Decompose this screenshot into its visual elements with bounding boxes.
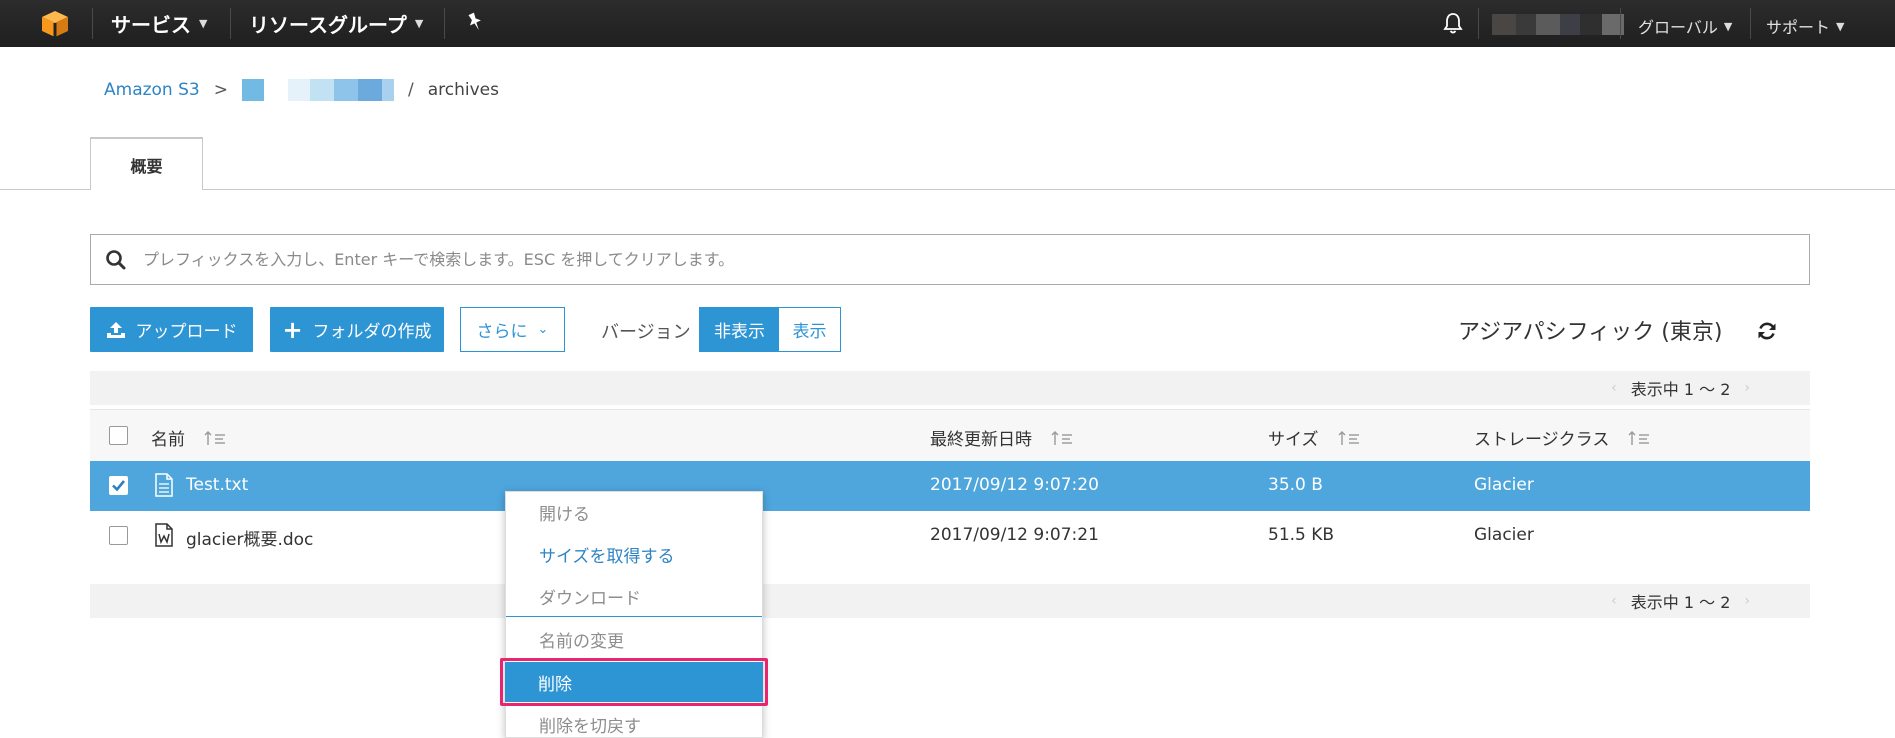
pager-top: ‹ 表示中 1 ～ 2 › — [90, 371, 1810, 405]
bell-icon[interactable] — [1442, 11, 1464, 35]
chevron-down-icon: ▼ — [199, 17, 208, 30]
column-modified-label: 最終更新日時 — [930, 430, 1032, 450]
refresh-icon[interactable] — [1756, 320, 1778, 342]
modified-date: 2017/09/12 9:07:21 — [930, 525, 1099, 545]
services-menu[interactable]: サービス ▼ — [111, 9, 207, 38]
more-label: さらに — [476, 322, 528, 342]
version-toggle: 非表示 表示 — [699, 307, 841, 352]
tab-divider — [0, 189, 1895, 190]
context-menu-undo-delete[interactable]: 削除を切戻す — [506, 704, 762, 738]
nav-divider — [1620, 8, 1621, 39]
pin-icon[interactable] — [466, 12, 484, 32]
row-checkbox[interactable] — [109, 526, 128, 545]
upload-button[interactable]: アップロード — [90, 307, 253, 352]
sort-icon[interactable] — [1050, 430, 1074, 446]
breadcrumb-current: archives — [427, 80, 499, 100]
table-row[interactable]: Test.txt 2017/09/12 9:07:20 35.0 B Glaci… — [90, 461, 1810, 511]
pager-text: 表示中 1 ～ 2 — [1630, 380, 1731, 399]
word-file-icon — [155, 523, 173, 547]
resource-groups-label: リソースグループ — [249, 13, 407, 37]
aws-logo-icon[interactable] — [40, 10, 70, 38]
select-all-checkbox[interactable] — [109, 426, 128, 445]
nav-divider — [1478, 8, 1479, 39]
nav-divider — [444, 8, 445, 39]
top-nav-bar: サービス ▼ リソースグループ ▼ グローバル ▼ サポート ▼ — [0, 0, 1895, 47]
upload-label: アップロード — [135, 322, 238, 342]
table-row[interactable]: glacier概要.doc 2017/09/12 9:07:21 51.5 KB… — [90, 511, 1810, 561]
column-header-modified[interactable]: 最終更新日時 — [930, 425, 1074, 450]
context-menu-rename[interactable]: 名前の変更 — [506, 619, 762, 659]
search-bar — [90, 234, 1810, 285]
delete-highlight-frame — [500, 658, 768, 706]
context-menu: 開ける サイズを取得する ダウンロード 名前の変更 削除 削除を切戻す — [500, 491, 768, 738]
chevron-right-icon[interactable]: › — [1744, 593, 1750, 609]
upload-icon — [106, 321, 125, 338]
breadcrumb-separator: / — [407, 80, 414, 100]
support-menu-label: サポート — [1766, 18, 1831, 37]
breadcrumb: Amazon S3 > / archives — [104, 78, 499, 102]
plus-icon: + — [282, 315, 303, 344]
search-icon — [106, 249, 126, 269]
row-checkbox[interactable] — [109, 476, 128, 495]
storage-class: Glacier — [1474, 525, 1534, 545]
create-folder-label: フォルダの作成 — [312, 322, 432, 342]
context-menu-divider — [506, 616, 762, 617]
column-size-label: サイズ — [1268, 430, 1319, 450]
support-menu[interactable]: サポート ▼ — [1766, 14, 1844, 38]
text-file-icon — [155, 473, 173, 497]
more-actions-dropdown[interactable]: さらに ⌄ — [460, 307, 565, 352]
sort-icon[interactable] — [1337, 430, 1361, 446]
column-storage-label: ストレージクラス — [1474, 430, 1610, 450]
chevron-left-icon[interactable]: ‹ — [1611, 380, 1617, 396]
column-header-name[interactable]: 名前 — [151, 425, 227, 450]
context-menu-open[interactable]: 開ける — [506, 492, 762, 532]
region-menu-label: グローバル — [1638, 18, 1718, 37]
file-size: 51.5 KB — [1268, 525, 1335, 545]
nav-divider — [230, 8, 231, 39]
sort-icon[interactable] — [203, 430, 227, 446]
tab-overview[interactable]: 概要 — [90, 137, 203, 190]
file-name-link[interactable]: Test.txt — [186, 475, 248, 495]
check-icon — [112, 480, 126, 492]
account-menu[interactable] — [1492, 14, 1624, 35]
pager-text: 表示中 1 ～ 2 — [1630, 593, 1731, 612]
chevron-left-icon[interactable]: ‹ — [1611, 593, 1617, 609]
context-menu-get-size[interactable]: サイズを取得する — [506, 534, 762, 574]
version-label: バージョン — [601, 322, 691, 343]
column-header-storage-class[interactable]: ストレージクラス — [1474, 425, 1651, 450]
create-folder-button[interactable]: + フォルダの作成 — [270, 307, 444, 352]
resource-groups-menu[interactable]: リソースグループ ▼ — [249, 9, 423, 38]
breadcrumb-root-link[interactable]: Amazon S3 — [104, 80, 200, 100]
version-show-button[interactable]: 表示 — [779, 308, 840, 351]
column-name-label: 名前 — [151, 430, 185, 450]
search-input[interactable] — [143, 250, 1743, 269]
global-region-menu[interactable]: グローバル ▼ — [1638, 14, 1732, 38]
chevron-down-icon: ▼ — [1723, 19, 1733, 33]
nav-divider — [92, 8, 93, 39]
column-header-size[interactable]: サイズ — [1268, 425, 1361, 450]
table-header: 名前 最終更新日時 サイズ ストレージクラス — [90, 409, 1810, 461]
chevron-down-icon: ▼ — [1836, 19, 1845, 33]
region-name: アジアパシフィック (東京) — [1458, 320, 1723, 345]
bucket-name-link[interactable] — [241, 79, 394, 101]
pager-bottom: ‹ 表示中 1 ～ 2 › — [90, 584, 1810, 618]
sort-icon[interactable] — [1627, 430, 1651, 446]
breadcrumb-separator: > — [213, 80, 228, 100]
modified-date: 2017/09/12 9:07:20 — [930, 475, 1099, 495]
chevron-down-icon: ▼ — [414, 17, 424, 30]
file-name-link[interactable]: glacier概要.doc — [186, 525, 313, 550]
nav-divider — [1750, 8, 1751, 39]
services-label: サービス — [111, 13, 191, 37]
chevron-down-icon: ⌄ — [537, 322, 549, 337]
version-hide-button[interactable]: 非表示 — [700, 308, 779, 351]
file-size: 35.0 B — [1268, 475, 1323, 495]
tab-overview-label: 概要 — [130, 156, 163, 176]
chevron-right-icon[interactable]: › — [1744, 380, 1750, 396]
context-menu-download[interactable]: ダウンロード — [506, 576, 762, 616]
storage-class: Glacier — [1474, 475, 1534, 495]
